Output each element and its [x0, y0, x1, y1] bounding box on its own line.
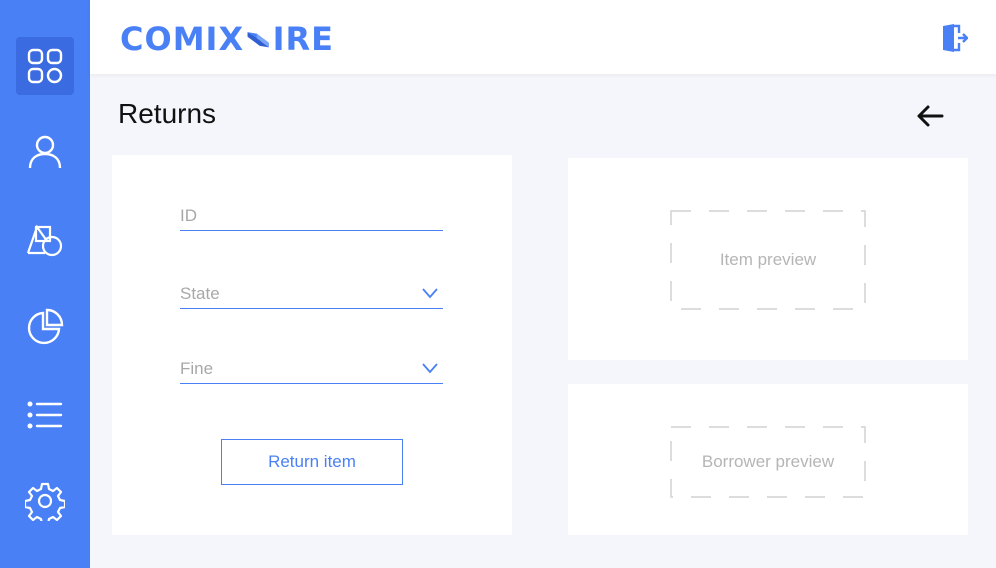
- logout-button[interactable]: [942, 24, 969, 52]
- user-icon: [28, 135, 62, 169]
- back-button[interactable]: [914, 102, 946, 130]
- sidebar-item-users[interactable]: [16, 122, 74, 180]
- sidebar: [0, 0, 90, 568]
- top-bar: COMIX IRE: [90, 0, 996, 74]
- borrower-preview-card: Borrower preview: [568, 384, 968, 535]
- sidebar-item-reports[interactable]: [16, 298, 74, 356]
- return-item-button[interactable]: Return item: [221, 439, 403, 485]
- id-field: [180, 197, 443, 231]
- item-preview-placeholder: Item preview: [670, 210, 866, 310]
- chevron-down-icon: [422, 363, 438, 374]
- arrow-left-icon: [917, 105, 944, 127]
- gear-icon: [25, 482, 65, 521]
- list-icon: [27, 401, 63, 429]
- return-form-card: Return item: [112, 155, 512, 535]
- app-logo[interactable]: COMIX IRE: [120, 14, 334, 64]
- logo-text-left: COMIX: [120, 20, 245, 58]
- id-input[interactable]: [180, 197, 443, 230]
- state-field[interactable]: [180, 275, 443, 309]
- state-select[interactable]: [180, 275, 443, 308]
- grid-icon: [27, 48, 63, 84]
- sidebar-item-dashboard[interactable]: [16, 37, 74, 95]
- dashed-frame: [670, 426, 866, 498]
- logout-icon: [943, 24, 969, 52]
- page-title: Returns: [118, 98, 217, 129]
- fine-field[interactable]: [180, 350, 443, 384]
- shapes-icon: [26, 224, 63, 257]
- fine-select[interactable]: [180, 350, 443, 383]
- borrower-preview-placeholder: Borrower preview: [670, 426, 866, 498]
- dashed-frame: [670, 210, 866, 310]
- chevron-down-icon: [422, 288, 438, 299]
- book-icon: [247, 32, 270, 48]
- sidebar-item-items[interactable]: [16, 210, 74, 268]
- sidebar-item-list[interactable]: [16, 386, 74, 444]
- sidebar-item-settings[interactable]: [16, 472, 74, 530]
- pie-chart-icon: [27, 308, 64, 345]
- item-preview-card: Item preview: [568, 158, 968, 360]
- logo-text-right: IRE: [272, 20, 334, 58]
